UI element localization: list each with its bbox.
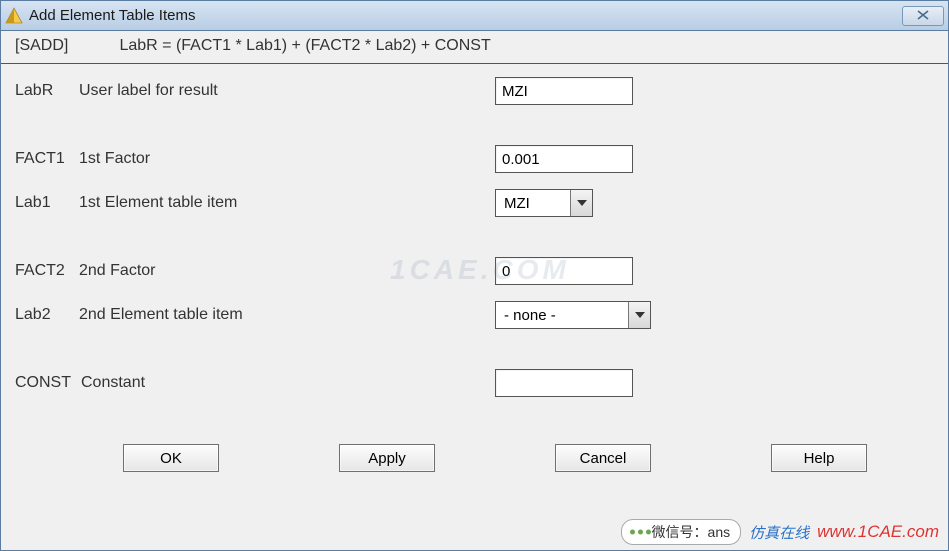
- const-key: CONST: [15, 374, 71, 392]
- chevron-down-icon: [628, 302, 650, 328]
- apply-button[interactable]: Apply: [339, 444, 435, 472]
- row-const: CONST Constant: [15, 366, 934, 400]
- fact2-text: 2nd Factor: [79, 262, 155, 280]
- const-text: Constant: [81, 374, 145, 392]
- close-button[interactable]: [902, 6, 944, 26]
- lab2-value: - none -: [496, 302, 628, 328]
- app-icon: [5, 7, 23, 25]
- help-button[interactable]: Help: [771, 444, 867, 472]
- lab1-text: 1st Element table item: [79, 194, 237, 212]
- fact1-text: 1st Factor: [79, 150, 150, 168]
- labr-input[interactable]: [495, 77, 633, 105]
- label-fact2: FACT2 2nd Factor: [15, 262, 495, 280]
- titlebar: Add Element Table Items: [1, 1, 948, 31]
- lab1-select[interactable]: MZI: [495, 189, 593, 217]
- lab2-key: Lab2: [15, 306, 69, 324]
- close-icon: [917, 7, 929, 25]
- labr-key: LabR: [15, 82, 69, 100]
- row-fact1: FACT1 1st Factor: [15, 142, 934, 176]
- row-lab2: Lab2 2nd Element table item - none -: [15, 298, 934, 332]
- lab2-select[interactable]: - none -: [495, 301, 651, 329]
- chevron-down-icon: [570, 190, 592, 216]
- row-fact2: FACT2 2nd Factor: [15, 254, 934, 288]
- label-const: CONST Constant: [15, 374, 495, 392]
- label-fact1: FACT1 1st Factor: [15, 150, 495, 168]
- labr-text: User label for result: [79, 82, 218, 100]
- button-row: OK Apply Cancel Help: [15, 434, 934, 472]
- window-title: Add Element Table Items: [29, 7, 902, 24]
- fact2-key: FACT2: [15, 262, 69, 280]
- row-labr: LabR User label for result: [15, 74, 934, 108]
- formula-expression: LabR = (FACT1 * Lab1) + (FACT2 * Lab2) +…: [119, 37, 490, 54]
- fact1-input[interactable]: [495, 145, 633, 173]
- label-labr: LabR User label for result: [15, 82, 495, 100]
- lab1-value: MZI: [496, 190, 570, 216]
- form-content: LabR User label for result FACT1 1st Fac…: [1, 64, 948, 550]
- row-lab1: Lab1 1st Element table item MZI: [15, 186, 934, 220]
- lab1-key: Lab1: [15, 194, 69, 212]
- ok-button[interactable]: OK: [123, 444, 219, 472]
- label-lab1: Lab1 1st Element table item: [15, 194, 495, 212]
- const-input[interactable]: [495, 369, 633, 397]
- fact2-input[interactable]: [495, 257, 633, 285]
- command-name: [SADD]: [15, 37, 115, 55]
- formula-bar: [SADD] LabR = (FACT1 * Lab1) + (FACT2 * …: [1, 31, 948, 64]
- cancel-button[interactable]: Cancel: [555, 444, 651, 472]
- label-lab2: Lab2 2nd Element table item: [15, 306, 495, 324]
- lab2-text: 2nd Element table item: [79, 306, 243, 324]
- fact1-key: FACT1: [15, 150, 69, 168]
- dialog-window: Add Element Table Items [SADD] LabR = (F…: [0, 0, 949, 551]
